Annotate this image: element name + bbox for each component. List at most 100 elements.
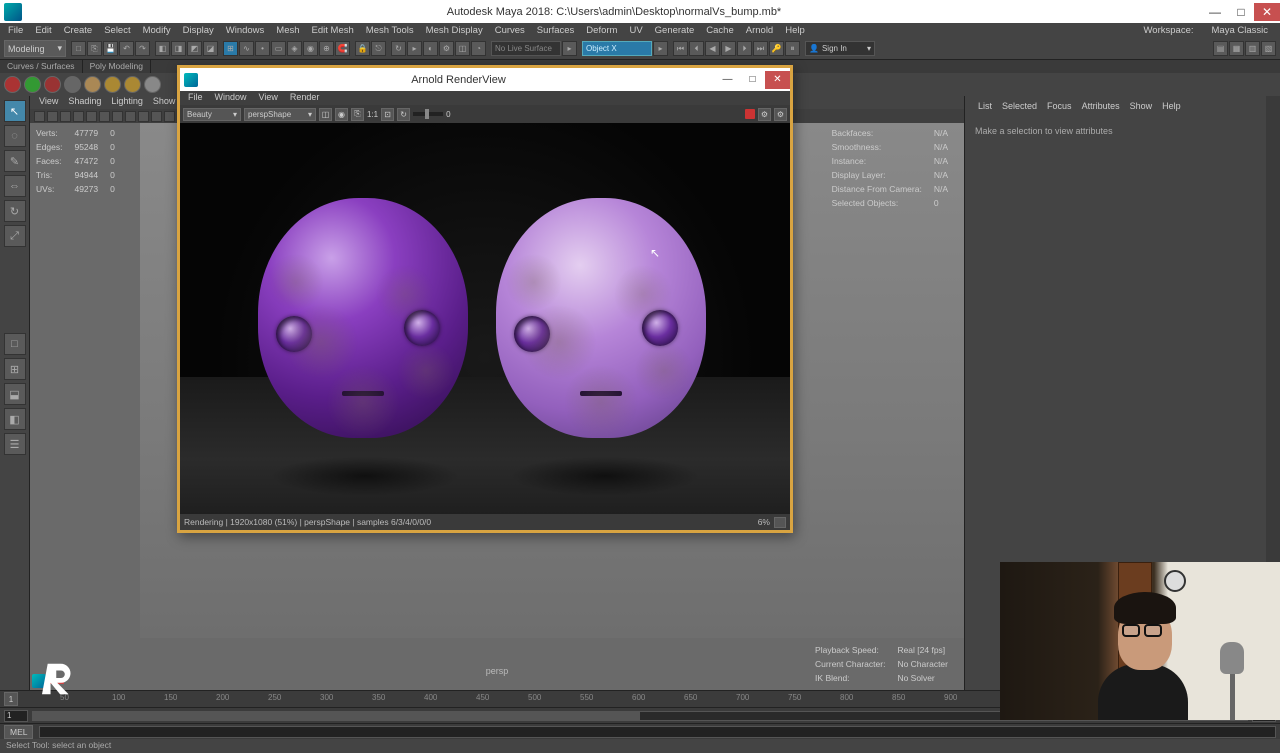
menu-edit-mesh[interactable]: Edit Mesh	[306, 24, 360, 37]
two-pane-v-icon[interactable]: ◧	[4, 408, 26, 430]
menu-file[interactable]: File	[2, 24, 29, 37]
magnet-icon[interactable]: 🧲	[335, 41, 350, 56]
shelf-tab-curves[interactable]: Curves / Surfaces	[0, 60, 83, 73]
step-fwd-icon[interactable]: ⏵	[737, 41, 752, 56]
exposure-slider[interactable]	[413, 112, 443, 116]
refresh-icon[interactable]: ↻	[397, 108, 410, 121]
snap-plane-icon[interactable]: ▭	[271, 41, 286, 56]
camera-dropdown[interactable]: perspShape	[244, 108, 316, 121]
go-end-icon[interactable]: ⏭	[753, 41, 768, 56]
select-mode3-icon[interactable]: ◩	[187, 41, 202, 56]
vp-icon-5[interactable]	[86, 111, 97, 122]
vp-icon-8[interactable]	[125, 111, 136, 122]
arnold-menu-render[interactable]: Render	[284, 91, 326, 105]
single-pane-icon[interactable]: □	[4, 333, 26, 355]
pause-icon[interactable]: ⏸	[785, 41, 800, 56]
snap-live-icon[interactable]: ◈	[287, 41, 302, 56]
menu-windows[interactable]: Windows	[220, 24, 271, 37]
vp-icon-9[interactable]	[138, 111, 149, 122]
play-fwd-icon[interactable]: ▶	[721, 41, 736, 56]
shelf-cube-icon[interactable]	[64, 76, 81, 93]
lock-icon[interactable]: 🔒	[355, 41, 370, 56]
tool-settings-icon[interactable]: ▥	[1245, 41, 1260, 56]
workspace-value[interactable]: Maya Classic	[1206, 24, 1275, 37]
step-back-icon[interactable]: ⏴	[689, 41, 704, 56]
snap-curve-icon[interactable]: ∿	[239, 41, 254, 56]
snap-view-icon[interactable]: ◉	[303, 41, 318, 56]
vp-icon-1[interactable]	[34, 111, 45, 122]
arnold-maximize-button[interactable]: □	[740, 71, 765, 89]
live-surface-field[interactable]: No Live Surface	[491, 41, 561, 56]
rotate-tool[interactable]: ↻	[4, 200, 26, 222]
close-button[interactable]: ✕	[1254, 3, 1280, 21]
shelf-cylinder-icon[interactable]	[84, 76, 101, 93]
vp-icon-7[interactable]	[112, 111, 123, 122]
display-settings-icon[interactable]: ⚙	[774, 108, 787, 121]
select-tool[interactable]: ↖	[4, 100, 26, 122]
arnold-render-view-window[interactable]: Arnold RenderView — □ ✕ File Window View…	[177, 65, 793, 533]
minimize-button[interactable]: —	[1202, 3, 1228, 21]
input-line-field[interactable]: Object X	[582, 41, 652, 56]
two-pane-h-icon[interactable]: ⬓	[4, 383, 26, 405]
stop-render-icon[interactable]	[745, 109, 755, 119]
vp-menu-show[interactable]: Show	[148, 96, 181, 109]
shelf-torus-icon[interactable]	[44, 76, 61, 93]
attr-menu-help[interactable]: Help	[1157, 100, 1186, 112]
arnold-render-canvas[interactable]: ↖	[180, 123, 790, 514]
arnold-menu-window[interactable]: Window	[209, 91, 253, 105]
vp-menu-view[interactable]: View	[34, 96, 63, 109]
menu-mesh-display[interactable]: Mesh Display	[420, 24, 489, 37]
menu-select[interactable]: Select	[98, 24, 136, 37]
menu-generate[interactable]: Generate	[649, 24, 701, 37]
shelf-sphere-green-icon[interactable]	[24, 76, 41, 93]
vp-icon-6[interactable]	[99, 111, 110, 122]
outliner-toggle-icon[interactable]: ☰	[4, 433, 26, 455]
menu-display[interactable]: Display	[177, 24, 220, 37]
menu-cache[interactable]: Cache	[700, 24, 739, 37]
snap-point-icon[interactable]: •	[255, 41, 270, 56]
layer-editor-icon[interactable]: ▦	[1229, 41, 1244, 56]
snap-center-icon[interactable]: ⊕	[319, 41, 334, 56]
maximize-button[interactable]: □	[1228, 3, 1254, 21]
shelf-sphere-red-icon[interactable]	[4, 76, 21, 93]
aov-dropdown[interactable]: Beauty	[183, 108, 241, 121]
crop-region-icon[interactable]: ◫	[319, 108, 332, 121]
isolate-icon[interactable]: ◉	[335, 108, 348, 121]
vp-icon-4[interactable]	[73, 111, 84, 122]
menu-mesh-tools[interactable]: Mesh Tools	[360, 24, 420, 37]
vp-icon-3[interactable]	[60, 111, 71, 122]
lasso-tool[interactable]: ◌	[4, 125, 26, 147]
current-frame-field[interactable]: 1	[4, 692, 18, 706]
attr-menu-selected[interactable]: Selected	[997, 100, 1042, 112]
menu-help[interactable]: Help	[779, 24, 811, 37]
four-pane-icon[interactable]: ⊞	[4, 358, 26, 380]
new-scene-icon[interactable]: □	[71, 41, 86, 56]
render-view-icon[interactable]: ◫	[455, 41, 470, 56]
render-settings-icon[interactable]: ⚙	[758, 108, 771, 121]
channel-box-icon[interactable]: ▤	[1213, 41, 1228, 56]
arnold-titlebar[interactable]: Arnold RenderView — □ ✕	[180, 68, 790, 91]
construction-history-icon[interactable]: ↻	[391, 41, 406, 56]
snap-grid-icon[interactable]: ⊞	[223, 41, 238, 56]
menu-surfaces[interactable]: Surfaces	[531, 24, 581, 37]
link-icon[interactable]: ⎋	[371, 41, 386, 56]
menu-create[interactable]: Create	[58, 24, 99, 37]
play-back-icon[interactable]: ◀	[705, 41, 720, 56]
key-icon[interactable]: 🔑	[769, 41, 784, 56]
go-start-icon[interactable]: ⏮	[673, 41, 688, 56]
attr-menu-attributes[interactable]: Attributes	[1077, 100, 1125, 112]
attribute-editor-icon[interactable]: ▧	[1261, 41, 1276, 56]
hypershade-icon[interactable]: ◔	[471, 41, 486, 56]
menu-modify[interactable]: Modify	[137, 24, 177, 37]
arnold-menu-view[interactable]: View	[253, 91, 284, 105]
vp-icon-10[interactable]	[151, 111, 162, 122]
arnold-expand-icon[interactable]	[774, 517, 786, 528]
shelf-cone-icon[interactable]	[104, 76, 121, 93]
arnold-close-button[interactable]: ✕	[765, 71, 790, 89]
command-input[interactable]	[39, 726, 1276, 738]
menu-arnold[interactable]: Arnold	[740, 24, 779, 37]
undo-icon[interactable]: ↶	[119, 41, 134, 56]
menu-uv[interactable]: UV	[623, 24, 648, 37]
shelf-tab-poly[interactable]: Poly Modeling	[83, 60, 151, 73]
redo-icon[interactable]: ↷	[135, 41, 150, 56]
